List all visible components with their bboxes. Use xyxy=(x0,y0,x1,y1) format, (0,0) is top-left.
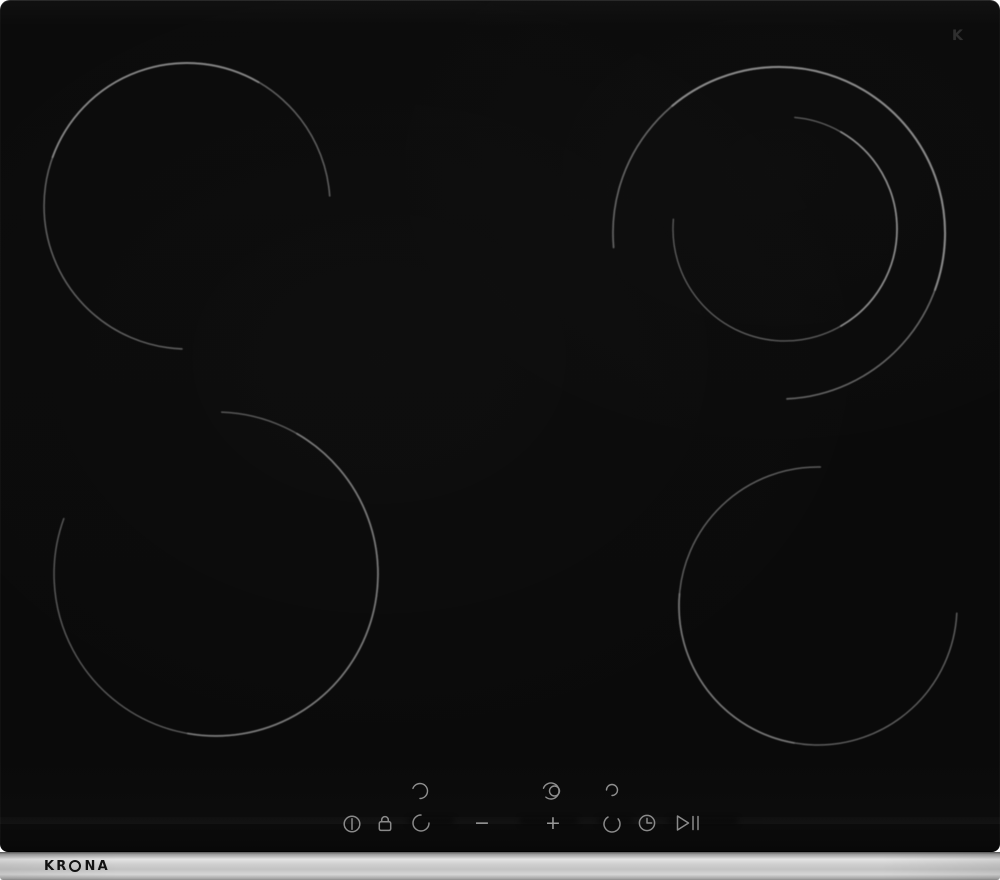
glass-panel: K xyxy=(0,0,1000,852)
reflection-blob xyxy=(598,818,632,824)
brand-logo-pre: KR xyxy=(44,859,68,874)
reflection-blob xyxy=(668,818,738,824)
brand-logo-post: NA xyxy=(84,859,109,874)
increase-button[interactable]: + xyxy=(540,811,566,835)
brand-logo-o-ring-icon xyxy=(69,860,81,872)
front-bevel-reflection xyxy=(0,817,1000,824)
steel-trim: KR NA xyxy=(0,852,1000,880)
reflection-blob xyxy=(408,818,454,824)
brand-logo: KR NA xyxy=(44,858,110,874)
cooktop-photo: K xyxy=(0,0,1000,880)
decrease-button[interactable]: − xyxy=(469,811,495,835)
etched-brand-mark: K xyxy=(952,28,976,48)
